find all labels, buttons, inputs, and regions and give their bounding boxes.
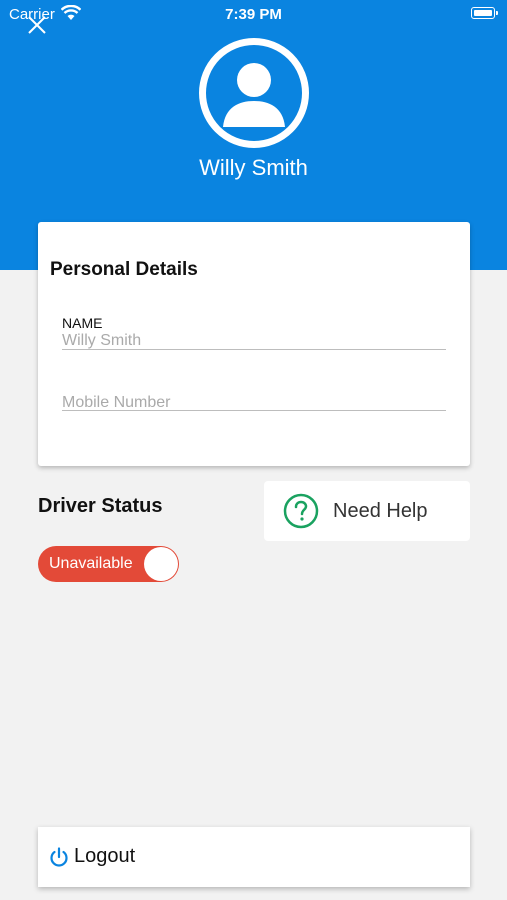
user-name: Willy Smith — [199, 155, 308, 180]
name-underline — [62, 349, 446, 350]
personal-details-card: Personal Details NAME Willy Smith — [38, 222, 470, 466]
avatar — [199, 38, 309, 148]
logout-label: Logout — [74, 845, 136, 867]
need-help-label: Need Help — [333, 500, 428, 522]
personal-details-title: Personal Details — [50, 259, 198, 280]
toggle-knob — [144, 547, 178, 581]
status-time: 7:39 PM — [225, 6, 282, 23]
status-bar: Carrier 7:39 PM — [0, 0, 507, 28]
user-avatar-icon — [223, 63, 285, 127]
availability-toggle-label: Unavailable — [49, 555, 133, 572]
name-value[interactable]: Willy Smith — [62, 332, 141, 350]
battery-icon — [471, 7, 498, 19]
mobile-underline — [62, 410, 446, 411]
driver-status-title: Driver Status — [38, 495, 163, 517]
availability-toggle[interactable]: Unavailable — [38, 546, 179, 582]
question-circle-icon — [283, 493, 319, 529]
close-icon[interactable] — [26, 14, 48, 36]
name-label: NAME — [62, 315, 103, 331]
power-icon — [50, 847, 68, 867]
logout-button[interactable]: Logout — [38, 827, 470, 887]
need-help-button[interactable]: Need Help — [264, 481, 470, 541]
